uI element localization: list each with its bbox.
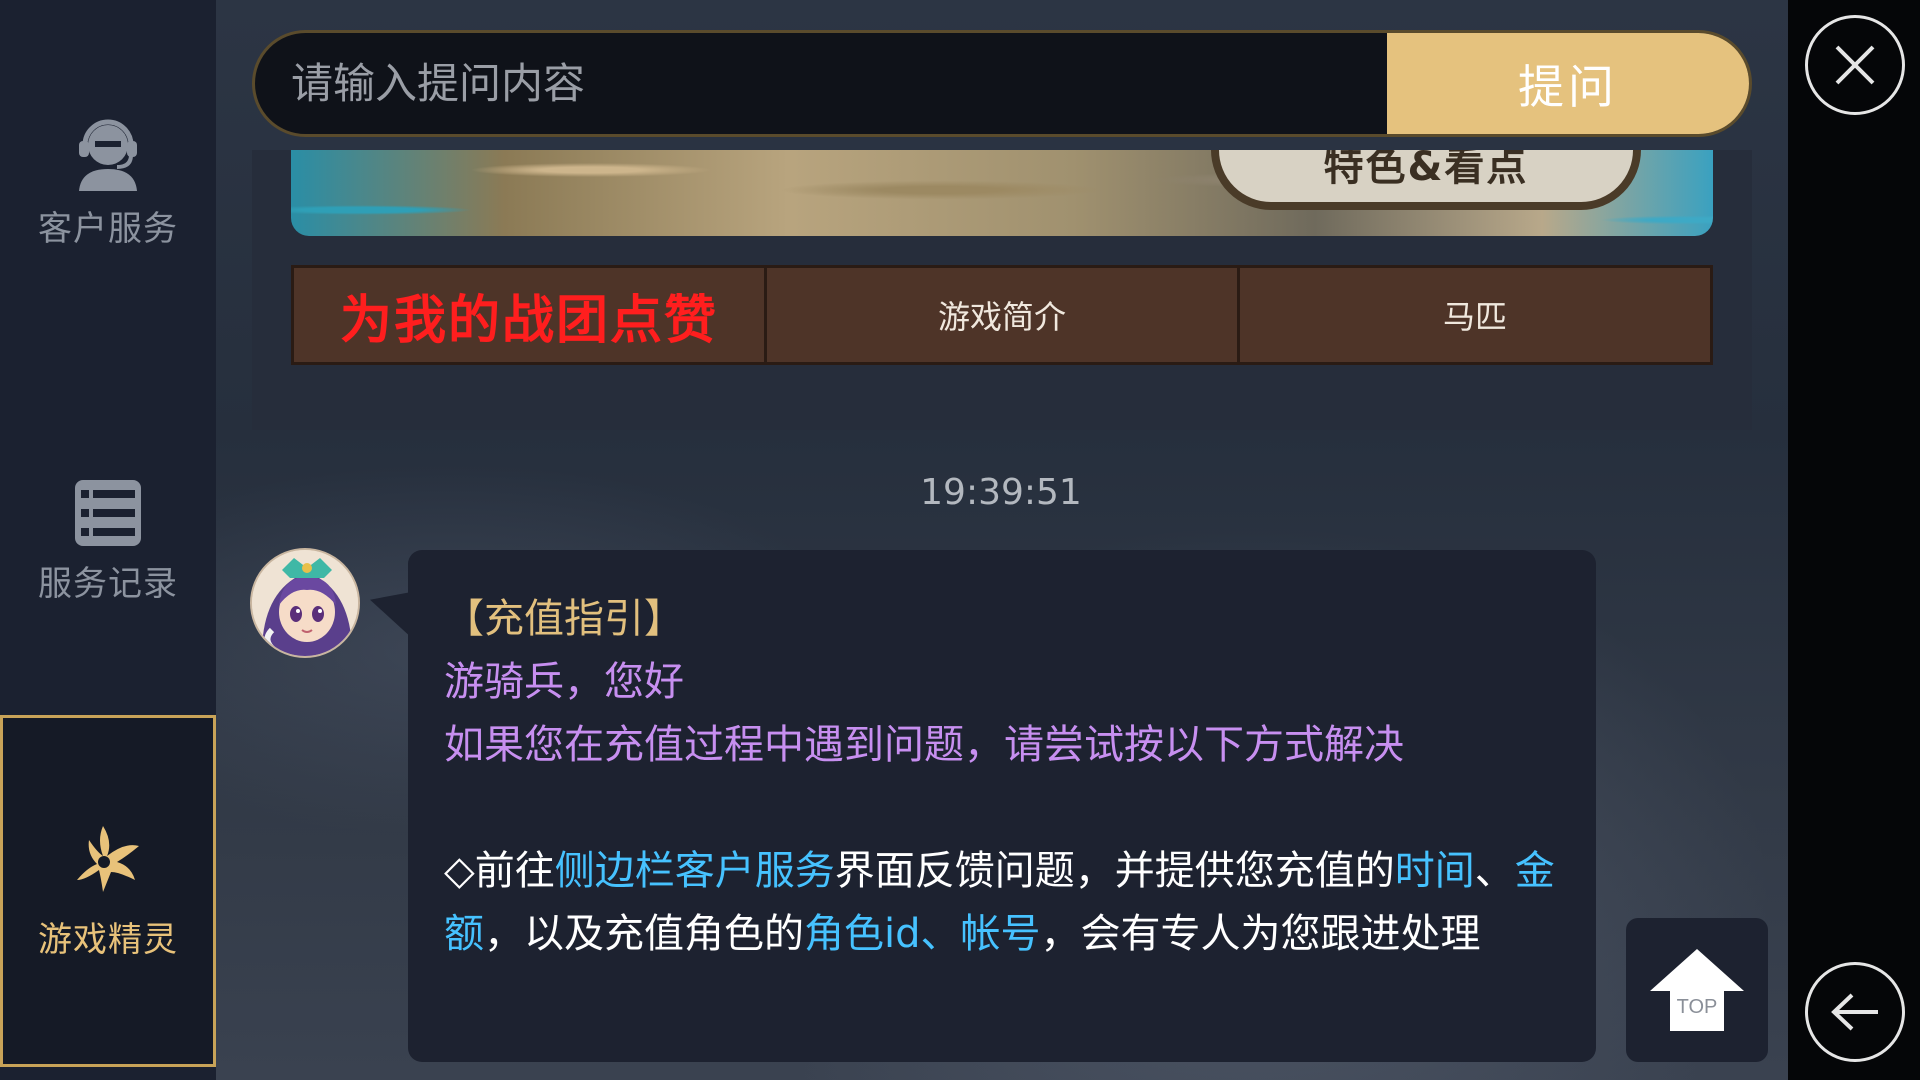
back-button[interactable] (1805, 962, 1905, 1062)
instruction-text: ，以及充值角色的 (484, 911, 804, 957)
top-label: TOP (1677, 996, 1718, 1018)
message-title: 【充值指引】 (444, 596, 684, 642)
highlight-role-id-account: 角色id、帐号 (804, 911, 1041, 957)
game-support-screen: 客户服务 服务记录 游戏精灵 提问 (0, 0, 1920, 1080)
quick-links: 为我的战团点赞 游戏简介 马匹 (291, 265, 1713, 365)
question-search-bar: 提问 (252, 30, 1752, 137)
link-horses[interactable]: 马匹 (1240, 268, 1710, 362)
sidebar-item-game-fairy[interactable]: 游戏精灵 (0, 715, 216, 1067)
link-sidebar-customer-service[interactable]: 侧边栏客户服务 (555, 848, 835, 894)
instruction-text: 界面反馈问题，并提供您充值的 (834, 848, 1395, 894)
bubble-tail (370, 577, 410, 637)
sidebar-item-customer-service[interactable]: 客户服务 (0, 95, 216, 270)
message-instruction: ◇前往侧边栏客户服务界面反馈问题，并提供您充值的时间、金额，以及充值角色的角色i… (444, 840, 1560, 966)
chat-message-bubble: 【充值指引】 游骑兵，您好 如果您在充值过程中遇到问题，请尝试按以下方式解决 ◇… (408, 550, 1596, 1062)
message-timestamp: 19:39:51 (920, 472, 1082, 513)
close-button[interactable] (1805, 15, 1905, 115)
instruction-text: ◇前往 (444, 848, 555, 894)
ask-button[interactable]: 提问 (1387, 33, 1749, 134)
game-banner-image[interactable]: 特色&看点 (291, 150, 1713, 236)
arrow-up-icon: TOP (1650, 949, 1744, 1031)
instruction-text: 、 (1474, 848, 1515, 894)
sidebar-item-label: 服务记录 (38, 564, 178, 604)
headset-agent-icon (79, 119, 137, 191)
sidebar: 客户服务 服务记录 游戏精灵 (0, 0, 216, 1080)
question-input[interactable] (255, 33, 1390, 134)
message-intro: 如果您在充值过程中遇到问题，请尝试按以下方式解决 (444, 722, 1404, 768)
close-icon (1835, 45, 1875, 85)
highlight-time: 时间 (1394, 848, 1475, 894)
fairy-icon (77, 825, 139, 892)
previous-message-card: 特色&看点 为我的战团点赞 游戏简介 马匹 (252, 150, 1752, 430)
link-like-my-legion[interactable]: 为我的战团点赞 (294, 268, 767, 362)
sidebar-item-label: 游戏精灵 (38, 919, 178, 960)
banner-plaque: 特色&看点 (1211, 150, 1641, 210)
avatar (250, 548, 360, 658)
message-greeting: 游骑兵，您好 (444, 659, 684, 705)
fairy-avatar-icon (252, 550, 358, 656)
scroll-to-top-button[interactable]: TOP (1626, 918, 1768, 1062)
arrow-left-icon (1831, 993, 1878, 1031)
instruction-text: ，会有专人为您跟进处理 (1040, 911, 1481, 957)
right-rail (1788, 0, 1920, 1080)
sidebar-item-label: 客户服务 (38, 209, 178, 249)
link-game-intro[interactable]: 游戏简介 (767, 268, 1240, 362)
